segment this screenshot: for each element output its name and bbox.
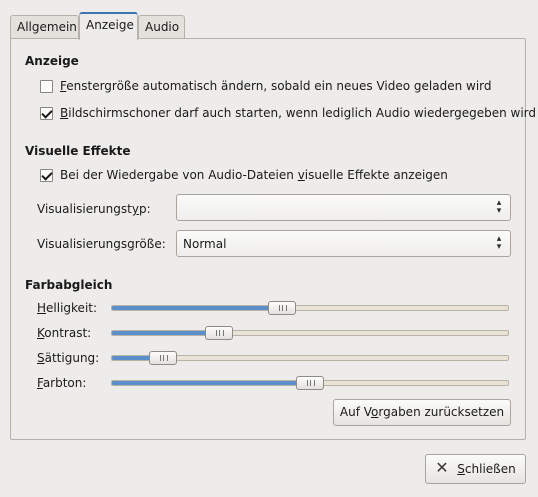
slider-kontrast[interactable] <box>111 326 509 340</box>
label-saettigung: Sättigung: <box>37 351 100 365</box>
label-screensaver[interactable]: Bildschirmschoner darf auch starten, wen… <box>60 106 536 120</box>
label-visualisierungstyp: Visualisierungstyp: <box>37 202 151 216</box>
slider-saettigung-handle[interactable] <box>149 351 178 365</box>
slider-kontrast-fill <box>112 331 219 335</box>
section-title-visuelle-effekte: Visuelle Effekte <box>25 144 131 158</box>
slider-farbton[interactable] <box>111 376 509 390</box>
label-resize-window[interactable]: Fenstergröße automatisch ändern, sobald … <box>60 79 492 93</box>
slider-row-helligkeit: Helligkeit: <box>11 299 527 319</box>
slider-farbton-fill <box>112 381 310 385</box>
label-helligkeit: Helligkeit: <box>37 301 98 315</box>
tab-audio-label: Audio <box>145 20 180 34</box>
reset-defaults-label: Auf Vorgaben zurücksetzen <box>339 405 505 419</box>
label-visualisierungsgroesse: Visualisierungsgröße: <box>37 237 166 251</box>
tab-allgemein-label: Allgemein <box>17 20 77 34</box>
slider-helligkeit-fill <box>112 306 283 310</box>
tab-allgemein[interactable]: Allgemein <box>10 15 79 39</box>
slider-row-saettigung: Sättigung: <box>11 349 527 369</box>
reset-defaults-button[interactable]: Auf Vorgaben zurücksetzen <box>333 399 511 426</box>
section-title-farbabgleich: Farbabgleich <box>25 278 113 292</box>
combo-visualisierungstyp[interactable]: ▴ ▾ <box>176 194 511 221</box>
checkbox-resize-window[interactable] <box>40 80 53 93</box>
updown-arrow-icon: ▴ ▾ <box>496 234 502 252</box>
slider-saettigung[interactable] <box>111 351 509 365</box>
label-kontrast: Kontrast: <box>37 326 92 340</box>
slider-helligkeit[interactable] <box>111 301 509 315</box>
slider-row-kontrast: Kontrast: <box>11 324 527 344</box>
label-visual-effects[interactable]: Bei der Wiedergabe von Audio-Dateien vis… <box>60 168 448 182</box>
updown-arrow-icon: ▴ ▾ <box>496 198 502 216</box>
close-button[interactable]: ✕ Schließen <box>425 454 526 484</box>
checkbox-screensaver[interactable] <box>40 107 53 120</box>
slider-helligkeit-handle[interactable] <box>268 301 297 315</box>
tab-anzeige[interactable]: Anzeige <box>79 12 138 40</box>
close-icon: ✕ <box>435 458 449 477</box>
checkbox-visual-effects[interactable] <box>40 169 53 182</box>
slider-row-farbton: Farbton: <box>11 374 527 394</box>
slider-kontrast-handle[interactable] <box>204 326 233 340</box>
combo-visualisierungsgroesse-value: Normal <box>183 237 227 251</box>
close-button-label: Schließen <box>457 462 516 476</box>
label-farbton: Farbton: <box>37 376 87 390</box>
tab-audio[interactable]: Audio <box>138 15 185 39</box>
tab-anzeige-label: Anzeige <box>86 18 134 32</box>
slider-farbton-handle[interactable] <box>296 376 324 390</box>
anzeige-panel: Anzeige Fenstergröße automatisch ändern,… <box>10 38 536 440</box>
section-title-anzeige: Anzeige <box>25 54 79 68</box>
combo-visualisierungsgroesse[interactable]: Normal ▴ ▾ <box>176 230 511 257</box>
